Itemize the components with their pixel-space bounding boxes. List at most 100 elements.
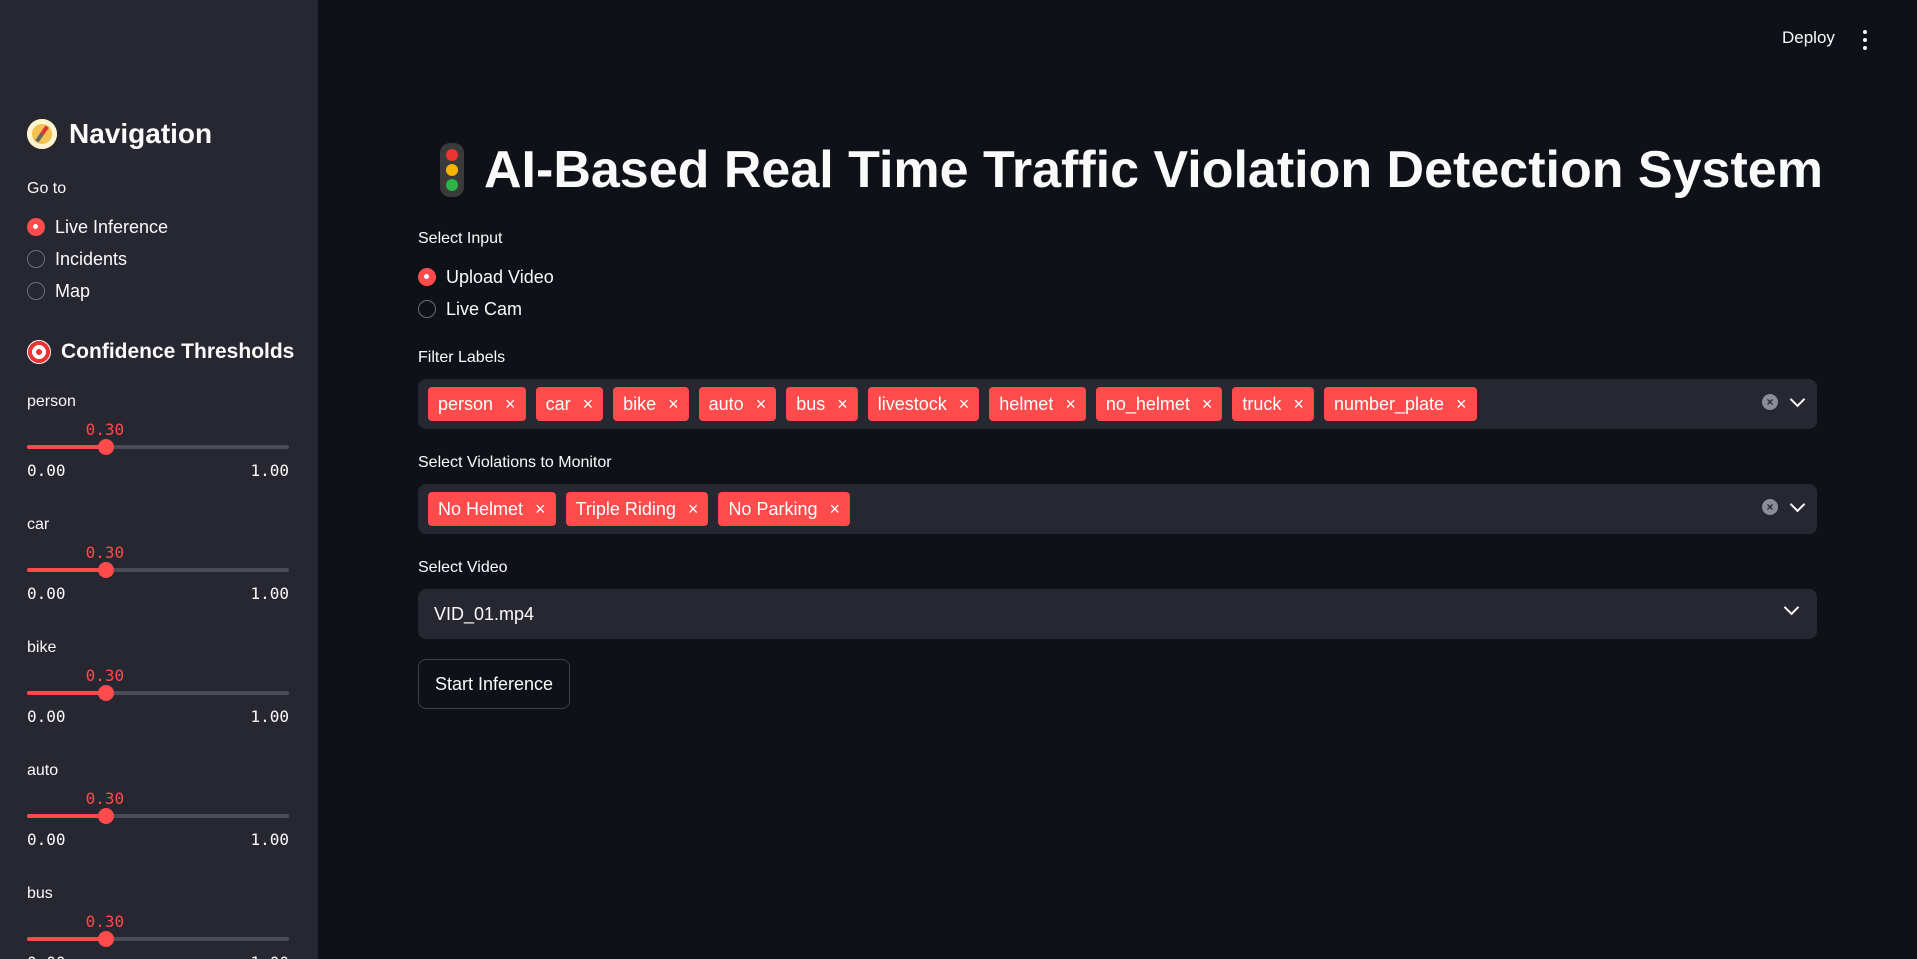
chevron-down-icon[interactable] (1789, 496, 1806, 513)
radio-icon[interactable] (27, 250, 45, 268)
threshold-slider-car[interactable]: car 0.30 0.00 1.00 (27, 516, 289, 621)
select-video-label: Select Video (418, 559, 508, 576)
slider-handle[interactable] (97, 562, 114, 578)
violations-multiselect[interactable]: No Helmet × Triple Riding × No Parking × × (418, 484, 1817, 534)
tag-label: livestock (877, 393, 947, 414)
clear-all-icon[interactable]: × (1762, 499, 1778, 515)
slider-track[interactable] (27, 439, 289, 455)
video-select-value: VID_01.mp4 (434, 603, 535, 624)
deploy-button[interactable]: Deploy (1782, 28, 1835, 48)
filter-label-tag: person × (428, 387, 526, 421)
input-option-live-cam[interactable]: Live Cam (418, 297, 554, 321)
slider-track[interactable] (27, 931, 289, 947)
violation-tag: No Parking × (718, 492, 850, 526)
input-option-label: Live Cam (446, 298, 523, 319)
nav-radio-group: Live Inference Incidents Map (27, 215, 168, 303)
violation-tag: No Helmet × (428, 492, 556, 526)
goto-label: Go to (27, 180, 67, 197)
page-title: AI-Based Real Time Traffic Violation Det… (440, 140, 1823, 200)
remove-tag-icon[interactable]: × (1202, 394, 1213, 415)
slider-label: car (27, 516, 50, 533)
slider-handle[interactable] (97, 685, 114, 701)
slider-label: auto (27, 762, 59, 779)
nav-option-map[interactable]: Map (27, 279, 168, 303)
radio-selected-icon[interactable] (27, 218, 45, 236)
slider-label: person (27, 393, 76, 410)
input-radio-group: Upload Video Live Cam (418, 265, 554, 321)
input-option-label: Upload Video (446, 266, 554, 287)
traffic-light-icon (440, 143, 464, 197)
chevron-down-icon[interactable] (1789, 391, 1806, 408)
filter-labels-multiselect[interactable]: person × car × bike × auto × bus × livestock × helme… (418, 379, 1817, 429)
remove-tag-icon[interactable]: × (688, 499, 699, 520)
slider-value: 0.30 (85, 789, 125, 808)
remove-tag-icon[interactable]: × (959, 394, 970, 415)
filter-label-tag: auto × (698, 387, 777, 421)
slider-min: 0.00 (27, 461, 66, 480)
remove-tag-icon[interactable]: × (829, 499, 840, 520)
slider-fill (27, 445, 106, 449)
threshold-slider-person[interactable]: person 0.30 0.00 1.00 (27, 393, 289, 498)
slider-label: bus (27, 885, 53, 902)
input-option-upload-video[interactable]: Upload Video (418, 265, 554, 289)
remove-tag-icon[interactable]: × (505, 394, 516, 415)
remove-tag-icon[interactable]: × (1456, 394, 1467, 415)
remove-tag-icon[interactable]: × (535, 499, 546, 520)
compass-icon (27, 119, 57, 149)
tag-label: No Helmet (438, 498, 524, 519)
navigation-heading: Navigation (27, 118, 212, 150)
tag-label: bike (623, 393, 657, 414)
slider-handle[interactable] (97, 439, 114, 455)
remove-tag-icon[interactable]: × (1293, 394, 1304, 415)
slider-value: 0.30 (85, 666, 125, 685)
remove-tag-icon[interactable]: × (583, 394, 594, 415)
tag-label: Triple Riding (575, 498, 676, 519)
slider-value: 0.30 (85, 543, 125, 562)
slider-fill (27, 691, 106, 695)
filter-label-tag: bus × (786, 387, 858, 421)
target-icon (27, 340, 51, 364)
nav-option-live-inference[interactable]: Live Inference (27, 215, 168, 239)
nav-option-label: Live Inference (55, 216, 169, 237)
confidence-title: Confidence Thresholds (61, 340, 295, 363)
slider-max: 1.00 (250, 953, 289, 959)
clear-all-icon[interactable]: × (1762, 394, 1778, 410)
navigation-title: Navigation (69, 118, 213, 149)
filter-label-tag: helmet × (989, 387, 1086, 421)
slider-handle[interactable] (97, 808, 114, 824)
tag-label: auto (708, 393, 744, 414)
slider-handle[interactable] (97, 931, 114, 947)
remove-tag-icon[interactable]: × (837, 394, 848, 415)
main-menu-icon[interactable] (1862, 30, 1868, 50)
remove-tag-icon[interactable]: × (668, 394, 679, 415)
slider-fill (27, 814, 106, 818)
radio-selected-icon[interactable] (418, 268, 436, 286)
slider-max: 1.00 (250, 707, 289, 726)
slider-min: 0.00 (27, 707, 66, 726)
slider-min: 0.00 (27, 830, 66, 849)
nav-option-label: Map (55, 280, 91, 301)
threshold-slider-auto[interactable]: auto 0.30 0.00 1.00 (27, 762, 289, 867)
threshold-slider-bike[interactable]: bike 0.30 0.00 1.00 (27, 639, 289, 744)
filter-label-tag: car × (535, 387, 604, 421)
slider-track[interactable] (27, 562, 289, 578)
video-select[interactable]: VID_01.mp4 (418, 589, 1817, 639)
chevron-down-icon[interactable] (1783, 599, 1800, 616)
slider-track[interactable] (27, 808, 289, 824)
radio-icon[interactable] (418, 300, 436, 318)
violations-label: Select Violations to Monitor (418, 454, 612, 471)
tag-label: bus (796, 393, 826, 414)
slider-max: 1.00 (250, 461, 289, 480)
remove-tag-icon[interactable]: × (1065, 394, 1076, 415)
tag-label: truck (1242, 393, 1282, 414)
slider-max: 1.00 (250, 830, 289, 849)
start-inference-button[interactable]: Start Inference (418, 659, 571, 709)
radio-icon[interactable] (27, 282, 45, 300)
slider-track[interactable] (27, 685, 289, 701)
threshold-slider-bus[interactable]: bus 0.30 0.00 1.00 (27, 885, 289, 959)
slider-value: 0.30 (85, 420, 125, 439)
tag-label: no_helmet (1105, 393, 1190, 414)
nav-option-incidents[interactable]: Incidents (27, 247, 168, 271)
remove-tag-icon[interactable]: × (756, 394, 767, 415)
slider-fill (27, 568, 106, 572)
